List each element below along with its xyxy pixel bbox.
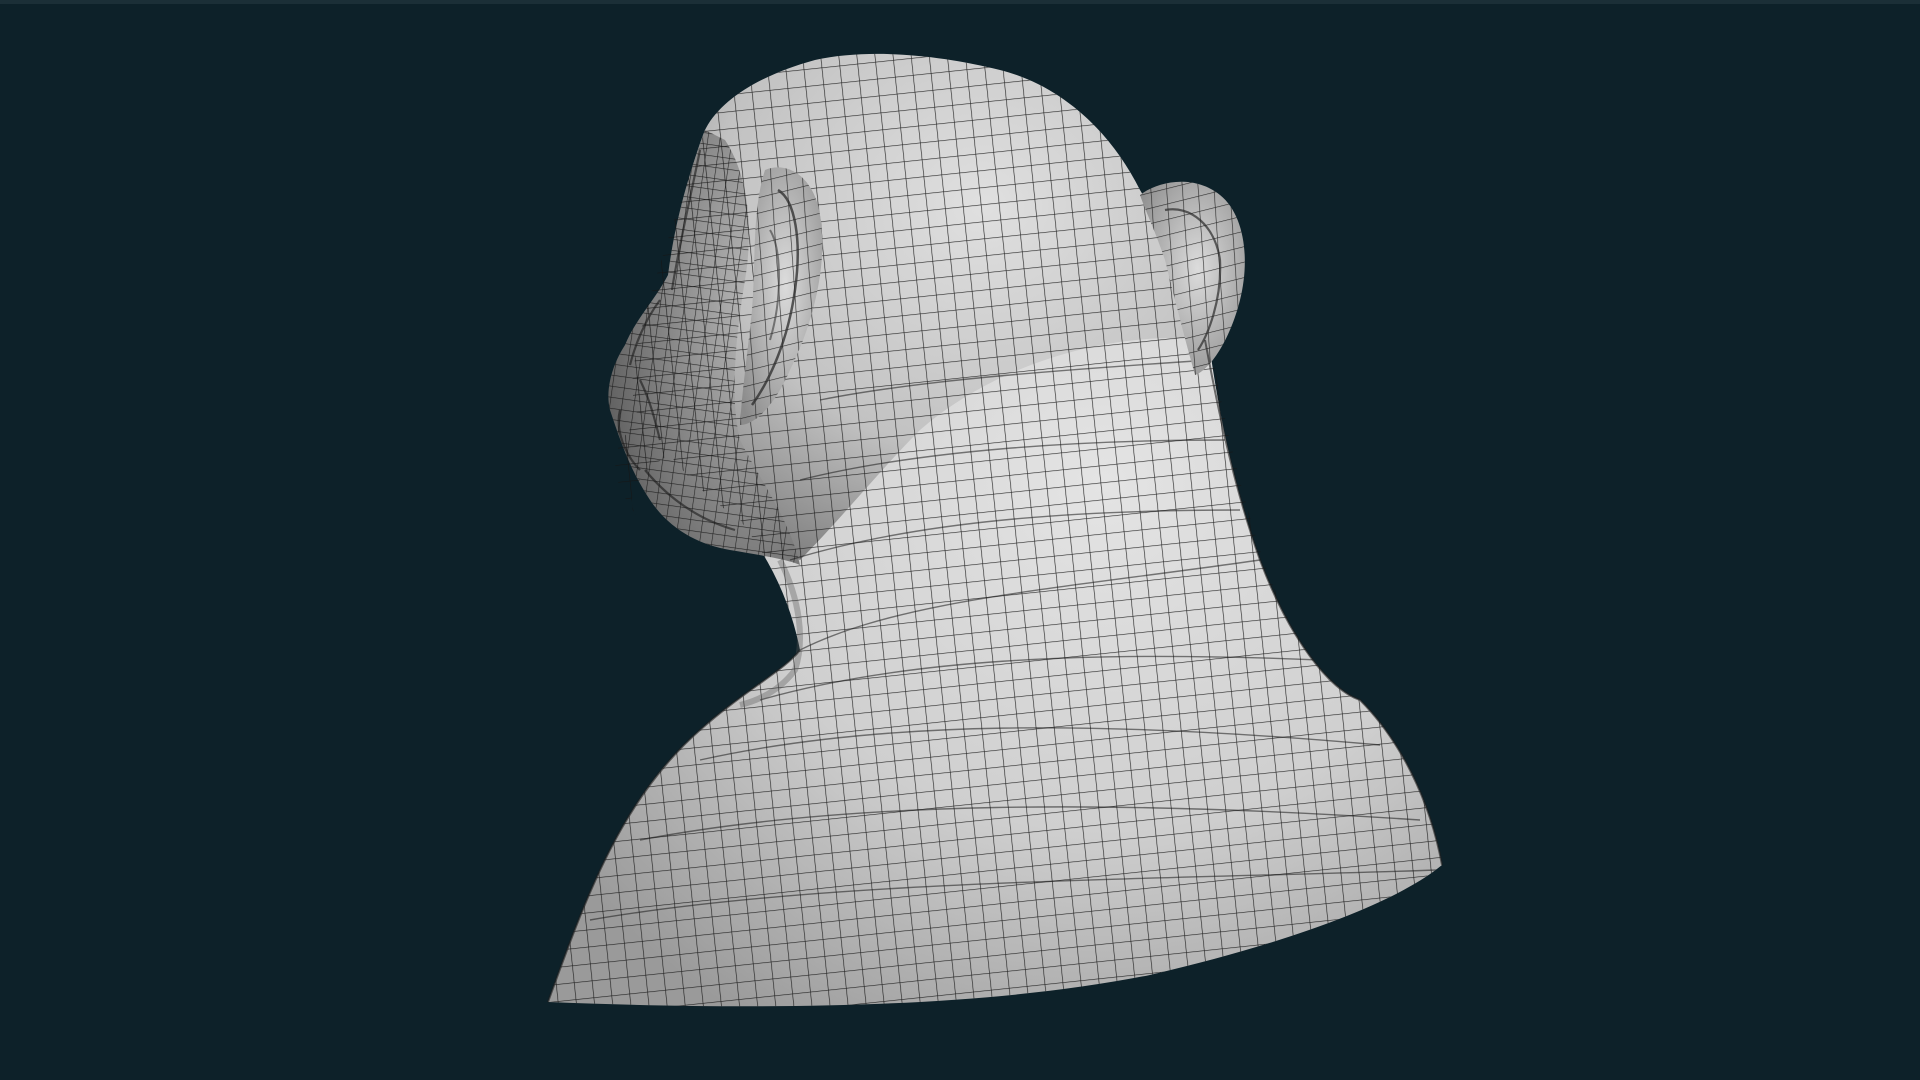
mesh-scene[interactable] [0,0,1920,1080]
ape-bust-model[interactable] [400,40,1500,1040]
3d-viewport[interactable] [0,0,1920,1080]
